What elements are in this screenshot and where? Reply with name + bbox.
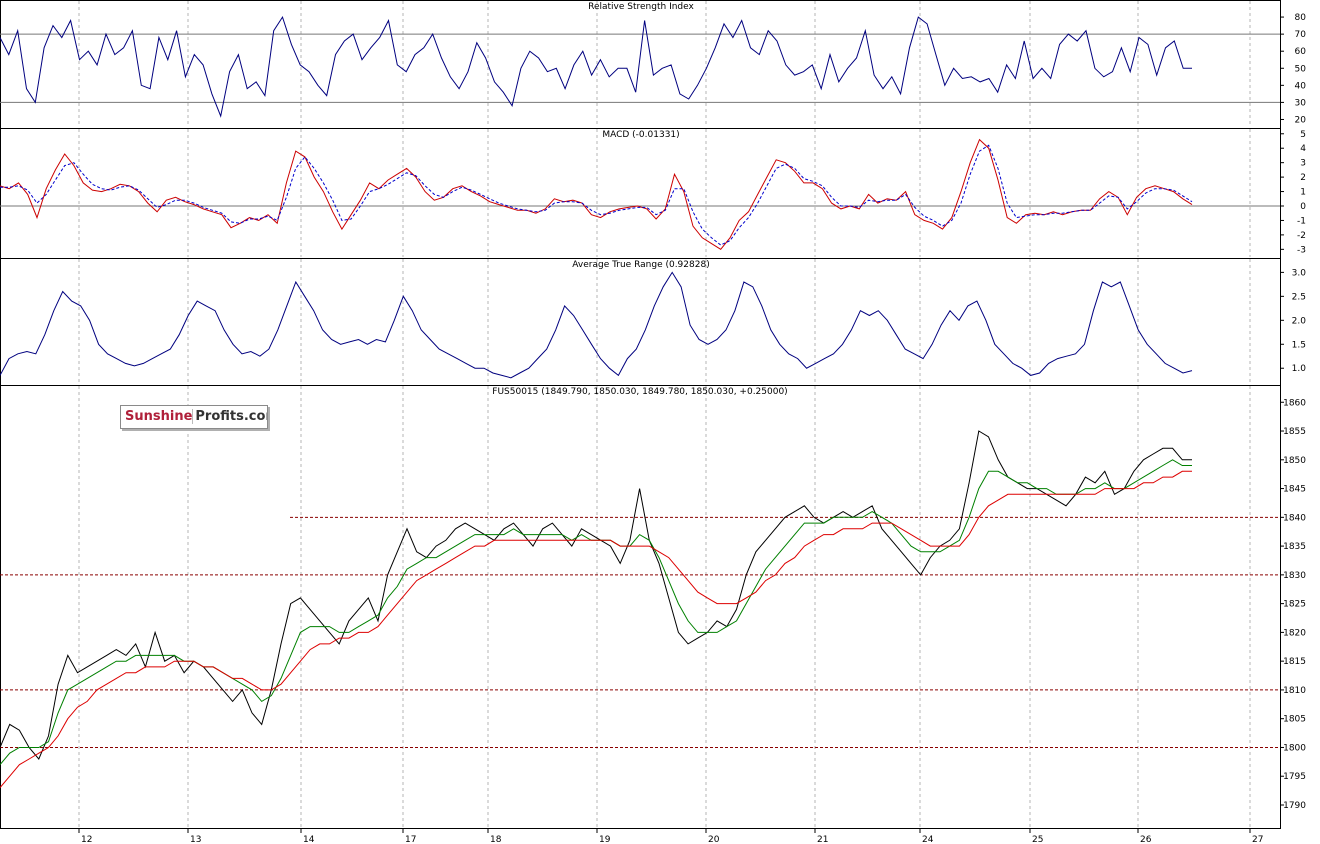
x-tick-label: 21 bbox=[817, 835, 828, 844]
x-tick-label: 26 bbox=[1140, 835, 1152, 844]
y-tick-label: 1800 bbox=[1283, 743, 1306, 753]
y-tick-label: 20 bbox=[1295, 115, 1307, 125]
y-tick-label: 1850 bbox=[1283, 456, 1306, 466]
macd-frame bbox=[0, 128, 1281, 259]
y-tick-label: 80 bbox=[1295, 13, 1307, 23]
x-tick-label: 19 bbox=[599, 835, 611, 844]
macd-series-0 bbox=[0, 138, 1193, 250]
y-tick-label: 1790 bbox=[1283, 801, 1306, 811]
macd-series-1 bbox=[0, 144, 1193, 246]
x-tick-label: 25 bbox=[1032, 835, 1043, 844]
x-tick-label: 14 bbox=[303, 835, 315, 844]
price-frame bbox=[0, 385, 1281, 829]
y-tick-label: -1 bbox=[1297, 216, 1306, 226]
x-tick-label: 20 bbox=[708, 835, 720, 844]
y-tick-label: 1.5 bbox=[1292, 340, 1306, 350]
y-tick-label: 1 bbox=[1300, 188, 1306, 198]
x-tick-label: 24 bbox=[922, 835, 934, 844]
y-tick-label: 1835 bbox=[1283, 542, 1306, 552]
atr-panel: 1.0 1.5 2.0 2.5 3.0 Average True Range (0.928… bbox=[0, 259, 1306, 384]
y-tick-label: 1830 bbox=[1283, 571, 1306, 581]
y-tick-label: 1855 bbox=[1283, 427, 1306, 437]
sunshine-profits-logo: SunshineProfits.com bbox=[120, 405, 268, 429]
macd-title: MACD (-0.01331) bbox=[602, 130, 679, 140]
y-tick-label: 3.0 bbox=[1292, 268, 1307, 278]
price-title: FUS50015 (1849.790, 1850.030, 1849.780, … bbox=[492, 387, 787, 397]
x-tick-label: 17 bbox=[405, 835, 416, 844]
y-tick-label: 5 bbox=[1300, 130, 1306, 140]
y-tick-label: 4 bbox=[1300, 144, 1306, 154]
y-tick-label: 1820 bbox=[1283, 628, 1306, 638]
y-tick-label: 50 bbox=[1295, 64, 1307, 74]
y-tick-label: 2 bbox=[1300, 173, 1306, 183]
y-tick-label: 1795 bbox=[1283, 772, 1306, 782]
y-tick-label: 1.0 bbox=[1292, 364, 1307, 374]
y-tick-label: 70 bbox=[1295, 30, 1307, 40]
atr-series-0 bbox=[0, 271, 1193, 379]
x-axis: 12 13 14 17 18 19 20 21 24 25 26 27 bbox=[0, 828, 1280, 844]
logo-part-2: Profits.com bbox=[192, 409, 267, 424]
logo-part-1: Sunshine bbox=[125, 409, 193, 424]
y-tick-label: 1805 bbox=[1283, 715, 1306, 725]
rsi-panel: 20 30 40 50 60 70 80 Relative Strength Index bbox=[0, 1, 1306, 127]
x-tick-label: 13 bbox=[190, 835, 201, 844]
y-tick-label: 40 bbox=[1295, 81, 1307, 91]
y-tick-label: 60 bbox=[1295, 47, 1307, 57]
y-tick-label: -3 bbox=[1297, 245, 1306, 255]
y-tick-label: 1840 bbox=[1283, 513, 1306, 523]
y-tick-label: 3 bbox=[1300, 159, 1306, 169]
price-series-2 bbox=[0, 470, 1192, 789]
rsi-frame bbox=[0, 0, 1281, 129]
y-tick-label: 1810 bbox=[1283, 686, 1306, 696]
x-tick-label: 18 bbox=[490, 835, 502, 844]
rsi-title: Relative Strength Index bbox=[588, 2, 694, 12]
y-tick-label: 2.5 bbox=[1292, 292, 1306, 302]
y-tick-label: 1845 bbox=[1283, 485, 1306, 495]
rsi-series-0 bbox=[0, 15, 1192, 118]
y-tick-label: -2 bbox=[1297, 231, 1306, 241]
y-tick-label: 2.0 bbox=[1292, 316, 1307, 326]
atr-title: Average True Range (0.92828) bbox=[572, 260, 709, 270]
y-tick-label: 1815 bbox=[1283, 657, 1306, 667]
atr-frame bbox=[0, 258, 1281, 386]
x-tick-label: 27 bbox=[1252, 835, 1263, 844]
y-tick-label: 1825 bbox=[1283, 600, 1306, 610]
y-tick-label: 1860 bbox=[1283, 398, 1306, 408]
price-series-1 bbox=[0, 459, 1192, 766]
macd-panel: -3 -2 -1 0 1 2 3 4 5 MACD (-0.01331) bbox=[0, 129, 1306, 257]
x-tick-label: 12 bbox=[81, 835, 92, 844]
price-panel: 1790 1795 1800 1805 1810 1815 1820 1825 1830 1835… bbox=[0, 386, 1306, 827]
y-tick-label: 30 bbox=[1295, 98, 1307, 108]
y-tick-label: 0 bbox=[1300, 202, 1306, 212]
